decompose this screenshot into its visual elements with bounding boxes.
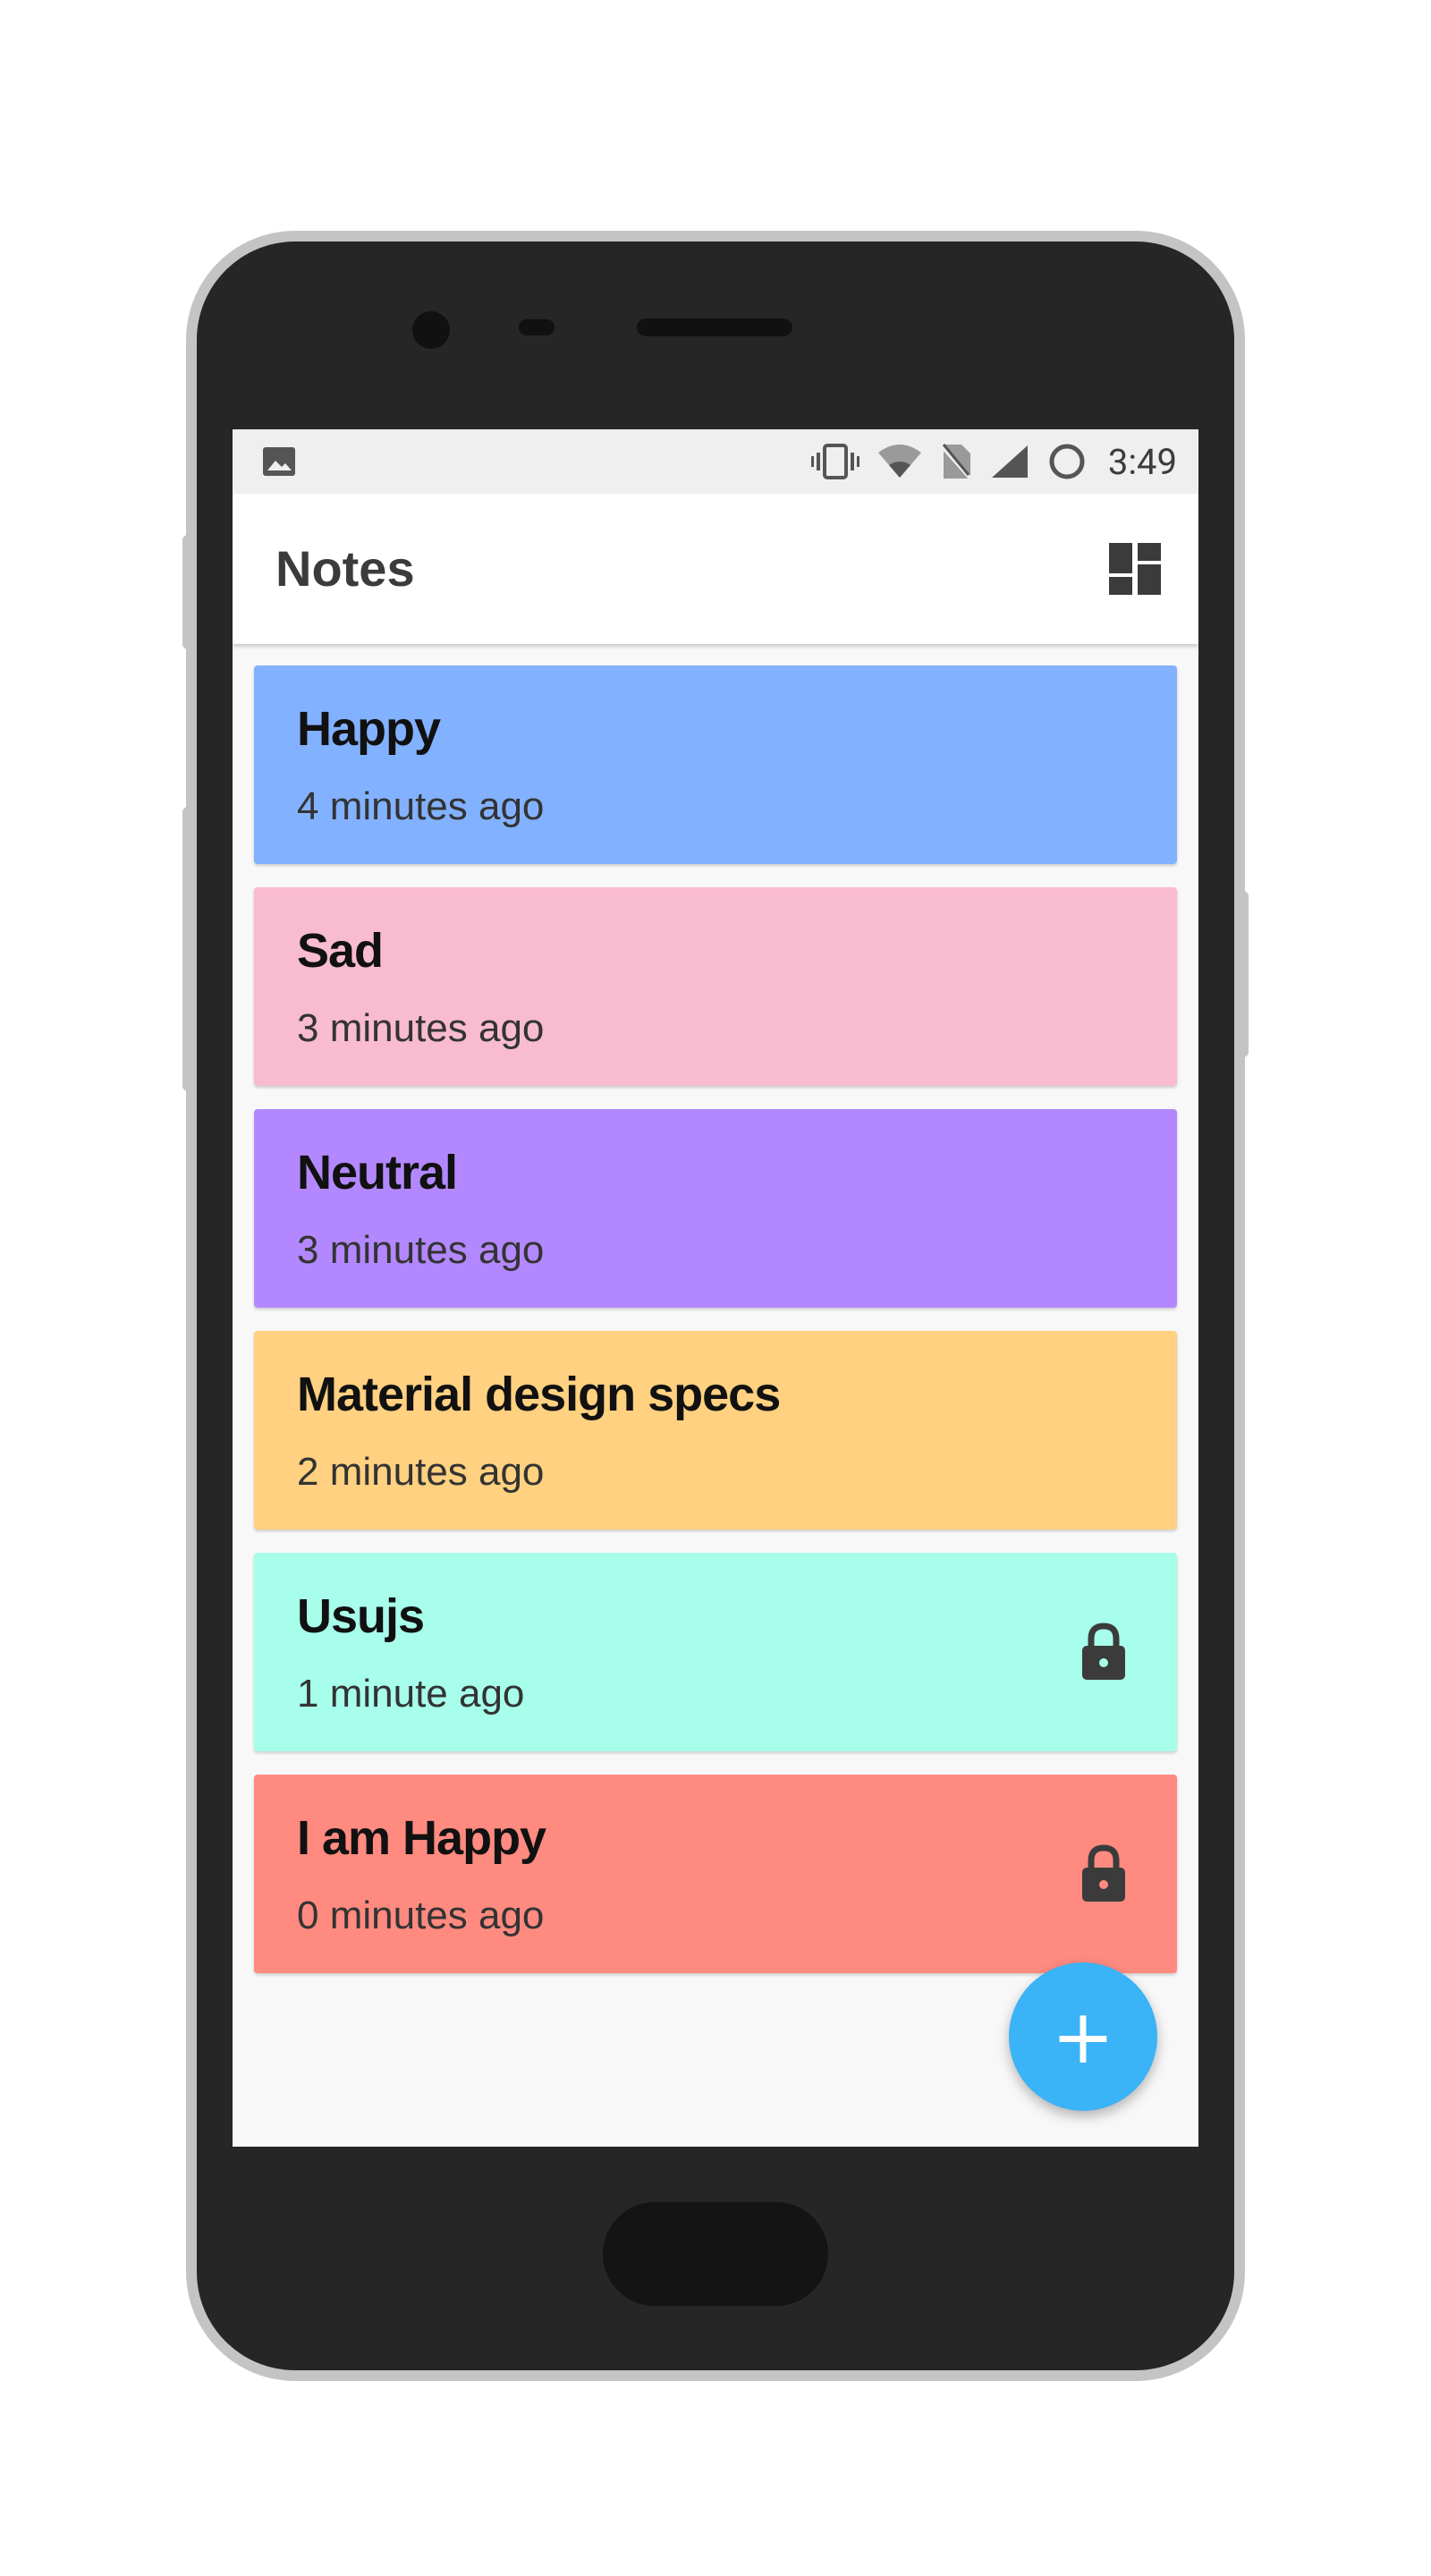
status-bar: 3:49 [233,429,1198,494]
volume-down-button [182,807,195,1091]
notes-list: Happy 4 minutes ago Sad 3 minutes ago Ne… [254,665,1177,1996]
note-card[interactable]: Neutral 3 minutes ago [254,1109,1177,1308]
power-button [1236,891,1249,1057]
note-title: Happy [297,702,441,756]
vibrate-icon [810,444,859,479]
note-card[interactable]: I am Happy 0 minutes ago [254,1775,1177,1973]
note-timestamp: 2 minutes ago [297,1450,545,1494]
app-screen: 3:49 Notes Happy 4 minutes ago Sad 3 min… [233,429,1198,2147]
plus-icon: + [1051,1993,1115,2080]
note-title: Usujs [297,1589,425,1643]
note-card[interactable]: Material design specs 2 minutes ago [254,1331,1177,1530]
no-sim-icon [940,444,972,480]
home-button[interactable] [603,2202,828,2306]
note-title: Sad [297,924,384,978]
note-timestamp: 3 minutes ago [297,1006,545,1050]
proximity-sensor [519,319,555,335]
dashboard-layout-icon[interactable] [1107,541,1163,597]
app-bar: Notes [233,494,1198,644]
note-timestamp: 3 minutes ago [297,1228,545,1272]
note-timestamp: 1 minute ago [297,1672,525,1716]
note-title: Neutral [297,1146,458,1199]
lock-icon [1082,1623,1125,1680]
sync-icon [1049,444,1085,479]
note-title: I am Happy [297,1811,546,1865]
page-title: Notes [275,540,415,597]
earpiece-speaker [637,318,792,336]
note-card[interactable]: Happy 4 minutes ago [254,665,1177,864]
note-card[interactable]: Sad 3 minutes ago [254,887,1177,1086]
wifi-icon [877,445,921,478]
status-time: 3:49 [1107,440,1177,483]
front-camera [412,311,450,349]
add-note-button[interactable]: + [1009,1962,1157,2111]
note-title: Material design specs [297,1368,781,1421]
signal-icon [991,445,1028,478]
image-icon [263,447,295,476]
volume-up-button [182,535,195,649]
lock-icon [1082,1844,1125,1902]
note-timestamp: 4 minutes ago [297,784,545,828]
note-card[interactable]: Usujs 1 minute ago [254,1553,1177,1751]
note-timestamp: 0 minutes ago [297,1894,545,1937]
